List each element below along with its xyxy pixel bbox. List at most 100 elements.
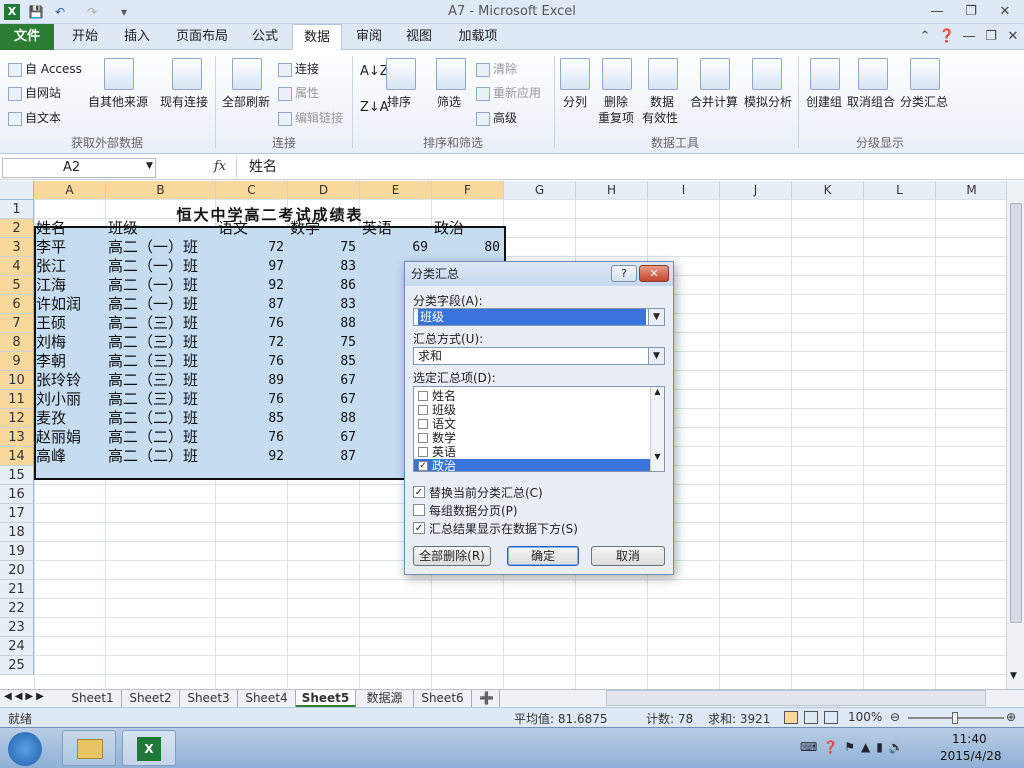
table-cell[interactable]: 李平 bbox=[36, 238, 102, 257]
table-cell[interactable]: 89 bbox=[218, 371, 284, 390]
start-button-icon[interactable] bbox=[8, 732, 42, 766]
minimize-icon[interactable]: — bbox=[924, 2, 950, 22]
tab-data[interactable]: 数据 bbox=[292, 24, 342, 51]
column-header-j[interactable]: J bbox=[720, 181, 792, 200]
table-cell[interactable]: 许如润 bbox=[36, 295, 102, 314]
zoom-slider-thumb[interactable] bbox=[952, 712, 958, 724]
table-cell[interactable]: 67 bbox=[290, 371, 356, 390]
table-cell[interactable]: 高二（二）班 bbox=[108, 409, 212, 428]
table-cell[interactable]: 85 bbox=[290, 352, 356, 371]
remove-duplicates-button[interactable]: 删除 bbox=[604, 93, 628, 110]
column-header-a[interactable]: A bbox=[34, 181, 106, 200]
column-header-f[interactable]: F bbox=[432, 181, 504, 200]
row-header-14[interactable]: 14 bbox=[0, 447, 34, 466]
table-cell[interactable]: 75 bbox=[290, 333, 356, 352]
normal-view-icon[interactable] bbox=[784, 711, 798, 724]
subtotal-button[interactable]: 分类汇总 bbox=[900, 93, 948, 110]
clock-time[interactable]: 11:40 bbox=[952, 732, 987, 746]
column-header-h[interactable]: H bbox=[576, 181, 648, 200]
cancel-button[interactable]: 取消 bbox=[591, 546, 665, 566]
clock-date[interactable]: 2015/4/28 bbox=[940, 749, 1002, 763]
table-cell[interactable]: 高峰 bbox=[36, 447, 102, 466]
table-cell[interactable]: 67 bbox=[290, 390, 356, 409]
table-cell[interactable]: 高二（二）班 bbox=[108, 447, 212, 466]
chevron-down-icon[interactable]: ▼ bbox=[648, 309, 664, 325]
table-cell[interactable]: 刘小丽 bbox=[36, 390, 102, 409]
column-header-i[interactable]: I bbox=[648, 181, 720, 200]
data-validation-button[interactable]: 数据 bbox=[650, 93, 674, 110]
list-item[interactable]: ✓ 政治 bbox=[414, 459, 650, 471]
scroll-up-icon[interactable]: ▲ bbox=[651, 387, 664, 396]
table-cell[interactable]: 80 bbox=[434, 238, 500, 257]
table-cell[interactable]: 69 bbox=[362, 238, 428, 257]
checkbox-unchecked-icon[interactable] bbox=[418, 433, 428, 443]
what-if-button[interactable]: 模拟分析 bbox=[744, 93, 792, 110]
ok-button[interactable]: 确定 bbox=[507, 546, 579, 566]
row-header-18[interactable]: 18 bbox=[0, 523, 34, 542]
sort-button[interactable]: 排序 bbox=[387, 93, 411, 110]
checkbox-unchecked-icon[interactable] bbox=[413, 504, 425, 516]
properties-button[interactable]: 属性 bbox=[278, 84, 319, 101]
table-cell[interactable]: 麦孜 bbox=[36, 409, 102, 428]
advanced-filter-button[interactable]: 高级 bbox=[476, 109, 517, 126]
table-cell[interactable]: 83 bbox=[290, 257, 356, 276]
row-header-6[interactable]: 6 bbox=[0, 295, 34, 314]
column-header-d[interactable]: D bbox=[288, 181, 360, 200]
table-cell[interactable]: 76 bbox=[218, 352, 284, 371]
row-header-11[interactable]: 11 bbox=[0, 390, 34, 409]
other-sources-button[interactable]: 自其他来源 bbox=[88, 93, 148, 110]
row-header-12[interactable]: 12 bbox=[0, 409, 34, 428]
function-select[interactable]: 求和 ▼ bbox=[413, 347, 665, 365]
name-box[interactable]: A2 bbox=[2, 158, 156, 178]
tab-view[interactable]: 视图 bbox=[396, 24, 442, 50]
tab-formulas[interactable]: 公式 bbox=[242, 24, 288, 50]
table-cell[interactable]: 88 bbox=[290, 314, 356, 333]
tab-file[interactable]: 文件 bbox=[0, 24, 54, 50]
checkbox-unchecked-icon[interactable] bbox=[418, 419, 428, 429]
table-cell[interactable]: 江海 bbox=[36, 276, 102, 295]
sheet-tab[interactable]: Sheet3 bbox=[180, 690, 238, 707]
row-header-24[interactable]: 24 bbox=[0, 637, 34, 656]
table-cell[interactable]: 92 bbox=[218, 276, 284, 295]
tab-home[interactable]: 开始 bbox=[60, 24, 110, 50]
remove-all-button[interactable]: 全部删除(R) bbox=[413, 546, 491, 566]
list-item[interactable]: 英语 bbox=[414, 445, 650, 459]
vertical-scrollbar[interactable]: ▼ bbox=[1006, 181, 1024, 689]
row-header-20[interactable]: 20 bbox=[0, 561, 34, 580]
group-button[interactable]: 创建组 bbox=[806, 93, 842, 110]
tab-page-layout[interactable]: 页面布局 bbox=[166, 24, 238, 50]
list-item[interactable]: 语文 bbox=[414, 417, 650, 431]
column-header-l[interactable]: L bbox=[864, 181, 936, 200]
row-header-3[interactable]: 3 bbox=[0, 238, 34, 257]
sort-az-button[interactable]: A↓Z bbox=[360, 64, 389, 79]
table-cell[interactable]: 97 bbox=[218, 257, 284, 276]
table-cell[interactable]: 张江 bbox=[36, 257, 102, 276]
chevron-down-icon[interactable]: ▼ bbox=[648, 348, 664, 364]
existing-connections-button[interactable]: 现有连接 bbox=[160, 93, 208, 110]
table-cell[interactable]: 75 bbox=[290, 238, 356, 257]
text-to-columns-button[interactable]: 分列 bbox=[563, 93, 587, 110]
column-header-c[interactable]: C bbox=[216, 181, 288, 200]
checkbox-unchecked-icon[interactable] bbox=[418, 405, 428, 415]
vertical-scroll-thumb[interactable] bbox=[1010, 203, 1022, 623]
table-cell[interactable]: 83 bbox=[290, 295, 356, 314]
table-cell[interactable]: 张玲铃 bbox=[36, 371, 102, 390]
sheet-nav-icon[interactable]: ◀◀▶▶ bbox=[4, 691, 47, 702]
column-header-k[interactable]: K bbox=[792, 181, 864, 200]
header-cell[interactable]: 班级 bbox=[108, 219, 212, 238]
checkbox-checked-icon[interactable]: ✓ bbox=[418, 461, 428, 471]
checkbox-unchecked-icon[interactable] bbox=[418, 391, 428, 401]
row-header-13[interactable]: 13 bbox=[0, 428, 34, 447]
table-cell[interactable]: 高二（一）班 bbox=[108, 295, 212, 314]
horizontal-scrollbar[interactable] bbox=[606, 690, 986, 706]
add-to-list[interactable]: ▲ ▼ 姓名 班级 语文 数学 英语 ✓ 政治 bbox=[413, 386, 665, 472]
table-cell[interactable]: 高二（一）班 bbox=[108, 276, 212, 295]
tab-insert[interactable]: 插入 bbox=[112, 24, 162, 50]
table-cell[interactable]: 高二（三）班 bbox=[108, 371, 212, 390]
row-header-16[interactable]: 16 bbox=[0, 485, 34, 504]
connections-button[interactable]: 连接 bbox=[278, 60, 319, 77]
table-cell[interactable]: 72 bbox=[218, 333, 284, 352]
row-header-23[interactable]: 23 bbox=[0, 618, 34, 637]
name-box-dropdown-icon[interactable]: ▼ bbox=[146, 161, 153, 171]
sheet-tab[interactable]: Sheet6 bbox=[414, 690, 472, 707]
